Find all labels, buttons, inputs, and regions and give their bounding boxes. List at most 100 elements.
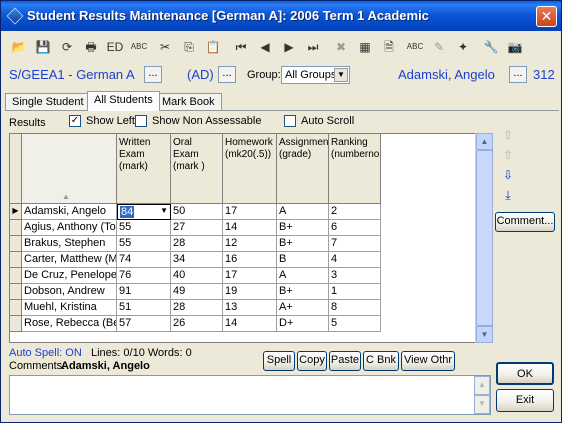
scroll-thumb[interactable] [476, 150, 493, 326]
paste-icon[interactable]: 📋 [203, 37, 223, 57]
cell-name[interactable]: Brakus, Stephen [22, 236, 117, 252]
copy-button[interactable]: Copy [297, 351, 327, 371]
cell-homework[interactable]: 12 [223, 236, 277, 252]
ok-button[interactable]: OK [496, 362, 554, 385]
grid-options-icon[interactable]: ▦ [355, 37, 375, 57]
cell-assignment[interactable]: B+ [277, 284, 329, 300]
tab-all-students[interactable]: All Students [87, 91, 160, 111]
cell-name[interactable]: Rose, Rebecca (Becky) [22, 316, 117, 332]
tab-single-student[interactable]: Single Student [5, 93, 91, 111]
page-icon[interactable]: 🗎 [379, 37, 399, 57]
cell-ranking[interactable]: 1 [329, 284, 381, 300]
cell-homework[interactable]: 16 [223, 252, 277, 268]
column-header-homework[interactable]: Homework (mk20(.5)) [223, 134, 277, 204]
cell-oral[interactable]: 50 [171, 204, 223, 220]
column-header-assignment[interactable]: Assignment (grade) [277, 134, 329, 204]
column-header-written[interactable]: Written Exam (mark) [117, 134, 171, 204]
auto-scroll-checkbox[interactable] [284, 115, 296, 127]
spell-button[interactable]: Spell [263, 351, 295, 371]
first-record-icon[interactable]: ⏮ [231, 37, 251, 57]
row-indicator[interactable] [10, 268, 22, 284]
view-other-button[interactable]: View Othr [401, 351, 455, 371]
grid-scrollbar[interactable]: ▲ ▼ [475, 133, 493, 343]
student-picker-button[interactable]: ... [509, 66, 527, 83]
cell-assignment[interactable]: B+ [277, 236, 329, 252]
cell-written[interactable]: 55 [117, 220, 171, 236]
camera-icon[interactable]: 📷 [505, 37, 525, 57]
cell-ranking[interactable]: 5 [329, 316, 381, 332]
cell-written[interactable]: 51 [117, 300, 171, 316]
column-header-oral[interactable]: Oral Exam (mark ) [171, 134, 223, 204]
comments-textarea[interactable]: ▲ ▼ [9, 375, 491, 415]
exit-button[interactable]: Exit [496, 389, 554, 412]
cell-name[interactable]: Carter, Matthew (Matt) [22, 252, 117, 268]
previous-record-icon[interactable]: ◀ [255, 37, 275, 57]
cell-ranking[interactable]: 3 [329, 268, 381, 284]
cell-assignment[interactable]: B+ [277, 220, 329, 236]
cell-ranking[interactable]: 4 [329, 252, 381, 268]
cell-name[interactable]: Muehl, Kristina [22, 300, 117, 316]
cell-name[interactable]: Agius, Anthony (Tony) [22, 220, 117, 236]
cell-name[interactable]: De Cruz, Penelope [22, 268, 117, 284]
cell-oral[interactable]: 28 [171, 236, 223, 252]
cell-oral[interactable]: 28 [171, 300, 223, 316]
cell-oral[interactable]: 40 [171, 268, 223, 284]
comments-scroll-up-icon[interactable]: ▲ [474, 376, 490, 395]
cell-written[interactable]: 74 [117, 252, 171, 268]
cell-ranking[interactable]: 7 [329, 236, 381, 252]
print-icon[interactable]: 🖶 [81, 37, 101, 57]
cell-homework[interactable]: 14 [223, 316, 277, 332]
group-select[interactable]: All Groups ▼ [281, 66, 350, 84]
cell-written[interactable]: 76 [117, 268, 171, 284]
cell-homework[interactable]: 17 [223, 204, 277, 220]
spell-assist-icon[interactable]: ABC [405, 37, 425, 57]
cell-written[interactable]: 91 [117, 284, 171, 300]
cell-ranking[interactable]: 2 [329, 204, 381, 220]
cell-edit-value[interactable]: 84 [120, 206, 135, 218]
row-indicator[interactable] [10, 284, 22, 300]
row-indicator[interactable] [10, 316, 22, 332]
cell-assignment[interactable]: A [277, 204, 329, 220]
cell-oral[interactable]: 27 [171, 220, 223, 236]
cell-assignment[interactable]: D+ [277, 316, 329, 332]
cell-written[interactable]: 84 ▼ [117, 204, 171, 220]
open-folder-icon[interactable]: 📂 [9, 37, 29, 57]
cell-ranking[interactable]: 6 [329, 220, 381, 236]
row-indicator[interactable] [10, 236, 22, 252]
copy-icon[interactable]: ⎘ [179, 37, 199, 57]
cell-written[interactable]: 57 [117, 316, 171, 332]
column-header-ranking[interactable]: Ranking (numbernomask) [329, 134, 381, 204]
show-left-checkbox[interactable]: ✓ [69, 115, 81, 127]
row-indicator[interactable]: ▶ [10, 204, 22, 220]
cell-homework[interactable]: 13 [223, 300, 277, 316]
results-grid[interactable]: ▲ Written Exam (mark) Oral Exam (mark ) Hom… [9, 133, 493, 343]
refresh-icon[interactable]: ⟳ [57, 37, 77, 57]
next-record-icon[interactable]: ▶ [279, 37, 299, 57]
cell-oral[interactable]: 49 [171, 284, 223, 300]
row-indicator[interactable] [10, 300, 22, 316]
paste-button[interactable]: Paste [329, 351, 361, 371]
cell-homework[interactable]: 17 [223, 268, 277, 284]
comment-bank-button[interactable]: C Bnk [363, 351, 399, 371]
cell-assignment[interactable]: A+ [277, 300, 329, 316]
scroll-up-icon[interactable]: ▲ [476, 133, 493, 150]
comment-button[interactable]: Comment... [495, 212, 555, 232]
move-down-icon[interactable]: ⇩ [501, 167, 515, 185]
row-indicator[interactable] [10, 252, 22, 268]
wand-icon[interactable]: ✦ [453, 37, 473, 57]
cell-assignment[interactable]: B [277, 252, 329, 268]
last-record-icon[interactable]: ⏭ [303, 37, 323, 57]
cell-name[interactable]: Dobson, Andrew [22, 284, 117, 300]
cell-name[interactable]: Adamski, Angelo [22, 204, 117, 220]
cell-oral[interactable]: 26 [171, 316, 223, 332]
row-indicator[interactable] [10, 220, 22, 236]
close-button[interactable]: ✕ [536, 6, 557, 27]
title-bar[interactable]: Student Results Maintenance [German A]: … [1, 1, 561, 31]
cell-homework[interactable]: 14 [223, 220, 277, 236]
scroll-down-icon[interactable]: ▼ [476, 326, 493, 343]
cut-icon[interactable]: ✂ [155, 37, 175, 57]
cell-homework[interactable]: 19 [223, 284, 277, 300]
cell-ranking[interactable]: 8 [329, 300, 381, 316]
comments-scroll-down-icon[interactable]: ▼ [474, 395, 490, 414]
spellcheck-icon[interactable]: ABC [129, 37, 149, 57]
